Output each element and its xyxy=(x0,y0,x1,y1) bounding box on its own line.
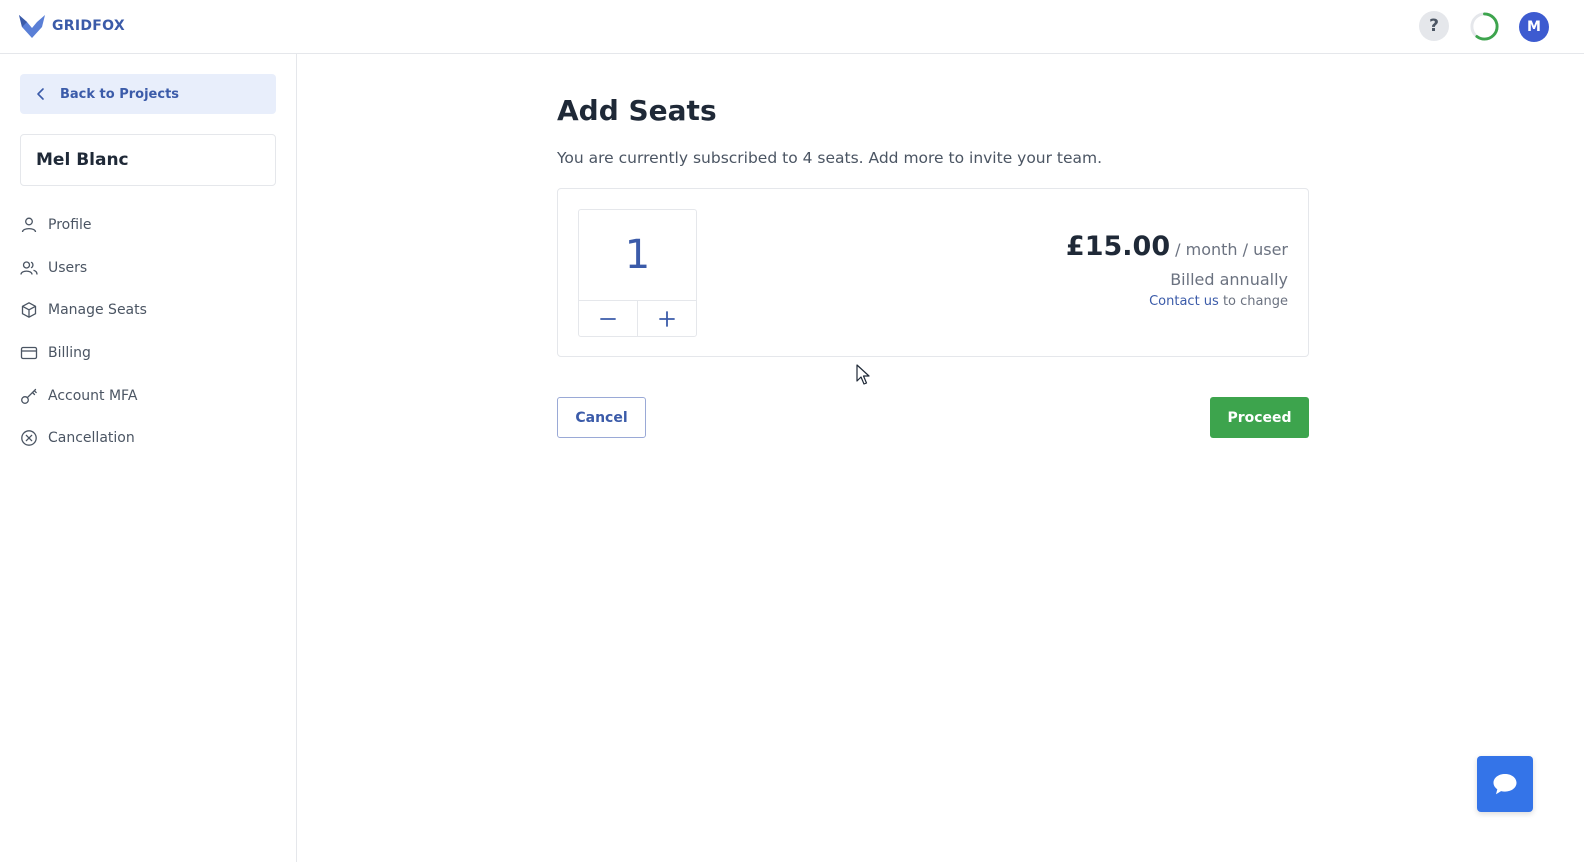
contact-line: Contact us to change xyxy=(1066,294,1288,309)
user-avatar[interactable]: M xyxy=(1519,12,1549,42)
contact-suffix: to change xyxy=(1218,294,1288,309)
users-icon xyxy=(20,261,38,275)
help-icon: ? xyxy=(1429,16,1439,36)
help-button[interactable]: ? xyxy=(1419,11,1449,41)
gridfox-logo[interactable]: GRIDFOX xyxy=(18,13,125,39)
contact-us-link[interactable]: Contact us xyxy=(1149,294,1219,309)
key-icon xyxy=(21,388,37,404)
seat-quantity-value[interactable]: 1 xyxy=(579,210,696,300)
back-label: Back to Projects xyxy=(60,86,180,102)
proceed-button[interactable]: Proceed xyxy=(1210,397,1309,438)
cancel-button[interactable]: Cancel xyxy=(557,397,646,438)
chat-widget-button[interactable] xyxy=(1477,756,1533,812)
decrement-button[interactable] xyxy=(579,301,637,336)
sidebar-item-manage-seats[interactable]: Manage Seats xyxy=(20,289,276,332)
account-name-card: Mel Blanc xyxy=(20,134,276,186)
seat-selection-card: 1 £15.00 / month / user Billed annually … xyxy=(557,188,1309,357)
sidebar-item-label: Billing xyxy=(48,345,91,362)
price-line: £15.00 / month / user xyxy=(1066,231,1288,262)
chevron-left-icon xyxy=(37,88,44,100)
billing-frequency: Billed annually xyxy=(1170,270,1288,289)
sidebar-item-account-mfa[interactable]: Account MFA xyxy=(20,374,276,417)
sidebar-item-users[interactable]: Users xyxy=(20,247,276,290)
x-circle-icon xyxy=(21,430,37,447)
sidebar-item-cancellation[interactable]: Cancellation xyxy=(20,417,276,460)
account-name: Mel Blanc xyxy=(36,150,129,170)
seat-quantity-stepper: 1 xyxy=(578,209,697,337)
sidebar-item-label: Manage Seats xyxy=(48,302,147,319)
sidebar-item-label: Users xyxy=(48,259,88,276)
minus-icon xyxy=(600,317,616,320)
sidebar-item-label: Cancellation xyxy=(48,430,135,447)
back-to-projects-button[interactable]: Back to Projects xyxy=(20,74,276,114)
seat-price: £15.00 xyxy=(1065,231,1171,262)
pricing-info: £15.00 / month / user Billed annually Co… xyxy=(1066,231,1288,309)
sidebar-item-label: Account MFA xyxy=(48,387,138,404)
fox-logo-icon xyxy=(19,15,45,38)
credit-card-icon xyxy=(20,346,38,360)
brand-name: GRIDFOX xyxy=(52,18,125,34)
increment-button[interactable] xyxy=(637,301,696,336)
mouse-cursor-icon xyxy=(856,364,870,385)
box-icon xyxy=(21,302,37,319)
settings-sidebar: Back to Projects Mel Blanc Profile Users xyxy=(0,54,297,862)
sidebar-item-billing[interactable]: Billing xyxy=(20,332,276,375)
chat-bubble-icon xyxy=(1493,774,1517,795)
page-title: Add Seats xyxy=(557,94,717,127)
sidebar-item-profile[interactable]: Profile xyxy=(20,204,276,247)
top-bar: GRIDFOX ? M xyxy=(0,0,1584,54)
stepper-controls xyxy=(579,300,696,336)
onboarding-progress-ring[interactable] xyxy=(1469,11,1500,42)
sidebar-nav: Profile Users Manage Seats Billing Accou… xyxy=(20,204,276,460)
user-icon xyxy=(21,217,37,233)
price-unit: / month / user xyxy=(1175,240,1288,259)
plus-icon xyxy=(659,310,675,327)
subscription-description: You are currently subscribed to 4 seats.… xyxy=(557,149,1103,167)
sidebar-item-label: Profile xyxy=(48,217,92,234)
avatar-initial: M xyxy=(1527,19,1541,35)
